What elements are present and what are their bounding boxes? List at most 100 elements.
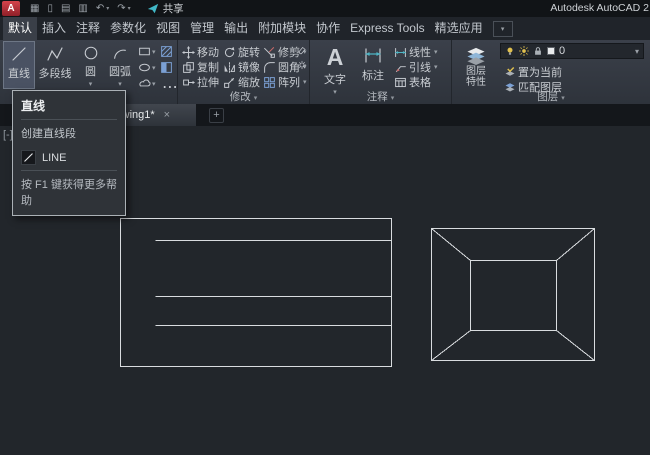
revision-cloud-button[interactable]: ▾: [138, 77, 156, 90]
menu-icon[interactable]: ▦: [30, 3, 39, 14]
drawn-inner-square[interactable]: [471, 261, 557, 331]
tooltip-command-row: LINE: [21, 150, 117, 165]
ribbon-tab-insert[interactable]: 插入: [37, 17, 71, 40]
layers-panel: 图层 特性 0 ▾ 置为当前 匹配图层 图层 ▾: [452, 40, 650, 104]
new-file-icon[interactable]: ▯: [47, 3, 53, 14]
layer-thaw-icon: [519, 46, 529, 56]
undo-icon[interactable]: ↶: [96, 3, 104, 14]
modify-panel-label[interactable]: 修改 ▾: [178, 91, 309, 104]
layers-panel-label[interactable]: 图层 ▾: [452, 91, 650, 104]
ellipse-icon: [138, 61, 151, 74]
hatch-button[interactable]: [160, 45, 173, 58]
chevron-down-icon: ▾: [434, 63, 438, 71]
hatch-icon: [160, 45, 173, 58]
array-icon: [263, 76, 276, 89]
layer-select[interactable]: 0 ▾: [500, 43, 644, 59]
drawn-diagonal-br[interactable]: [557, 331, 595, 361]
chevron-down-icon: ▾: [561, 95, 565, 102]
ribbon-tab-collaborate[interactable]: 协作: [311, 17, 345, 40]
ribbon-tab-addins[interactable]: 附加模块: [253, 17, 311, 40]
polyline-button[interactable]: 多段线: [36, 42, 74, 88]
ribbon-tab-manage[interactable]: 管理: [185, 17, 219, 40]
polyline-label: 多段线: [39, 65, 72, 81]
new-drawing-tab-button[interactable]: +: [209, 108, 224, 123]
line-command-tooltip: 直线 创建直线段 LINE 按 F1 键获得更多帮助: [12, 90, 126, 216]
ribbon-minimize-button[interactable]: ▾: [493, 21, 513, 37]
circle-button[interactable]: 圆 ▾: [77, 42, 104, 88]
modify-panel: 移动 旋转 修剪 ▾ 复制 镜像 圆角 ▾: [178, 40, 310, 104]
share-button[interactable]: 共享: [147, 1, 184, 16]
gradient-icon: [160, 61, 173, 74]
ribbon-tab-parametric[interactable]: 参数化: [105, 17, 151, 40]
print-icon[interactable]: ▥: [78, 3, 87, 14]
array-button[interactable]: 阵列 ▾: [263, 74, 307, 90]
tooltip-help-text: 按 F1 键获得更多帮助: [21, 176, 117, 208]
ribbon-tab-featured-apps[interactable]: 精选应用: [430, 17, 488, 40]
autocad-logo[interactable]: A: [2, 1, 20, 16]
autocad-window: A ▦ ▯ ▤ ▥ ↶ ▾ ↷ ▾ 共享 Autodesk AutoCAD 2 …: [0, 0, 650, 455]
chevron-down-icon: ▾: [434, 48, 438, 56]
text-button[interactable]: A 文字 ▾: [318, 42, 352, 88]
drawn-diagonal-bl[interactable]: [432, 331, 471, 361]
ribbon-tab-bar: 默认 插入 注释 参数化 视图 管理 输出 附加模块 协作 Express To…: [0, 17, 650, 40]
current-layer-name: 0: [559, 45, 565, 57]
leader-icon: [394, 61, 407, 74]
linear-icon: [394, 46, 407, 59]
chevron-down-icon: ▾: [303, 78, 307, 86]
quick-access-toolbar: ▦ ▯ ▤ ▥ ↶ ▾ ↷ ▾: [30, 3, 131, 14]
ribbon-tab-annotate[interactable]: 注释: [71, 17, 105, 40]
title-bar: A ▦ ▯ ▤ ▥ ↶ ▾ ↷ ▾ 共享 Autodesk AutoCAD 2: [0, 0, 650, 17]
line-button[interactable]: 直线: [4, 42, 34, 88]
erase-button[interactable]: [297, 45, 307, 55]
copy-icon: [182, 61, 195, 74]
stretch-button[interactable]: 拉伸: [182, 74, 219, 90]
arc-label: 圆弧: [109, 63, 131, 79]
arc-icon: [111, 45, 129, 61]
chevron-down-icon: ▾: [254, 95, 258, 102]
move-button[interactable]: 移动: [182, 44, 219, 60]
redo-icon[interactable]: ↷: [117, 3, 125, 14]
rotate-button[interactable]: 旋转: [223, 44, 260, 60]
share-label: 共享: [163, 1, 184, 16]
copy-button[interactable]: 复制: [182, 59, 219, 75]
rectangle-icon: [138, 45, 151, 58]
gradient-button[interactable]: [160, 61, 173, 74]
rectangle-button[interactable]: ▾: [138, 45, 156, 58]
chevron-down-icon: ▾: [152, 64, 156, 72]
scale-button[interactable]: 缩放: [223, 74, 260, 90]
redo-dropdown-icon[interactable]: ▾: [128, 5, 131, 12]
leader-button[interactable]: 引线 ▾: [394, 59, 438, 75]
table-button[interactable]: 表格: [394, 74, 431, 90]
drawn-diagonal-tr[interactable]: [557, 229, 595, 261]
stretch-icon: [182, 76, 195, 89]
arc-button[interactable]: 圆弧 ▾: [106, 42, 134, 88]
layer-properties-label: 图层 特性: [466, 66, 486, 88]
ribbon-tab-output[interactable]: 输出: [219, 17, 253, 40]
explode-button[interactable]: [297, 60, 307, 70]
layer-on-icon: [505, 46, 515, 56]
linear-dimension-button[interactable]: 线性 ▾: [394, 44, 438, 60]
set-current-icon: [504, 66, 516, 78]
layer-properties-button[interactable]: 图层 特性: [456, 42, 496, 88]
erase-icon: [297, 45, 307, 55]
set-current-layer-button[interactable]: 置为当前: [504, 64, 562, 80]
ellipse-button[interactable]: ▾: [138, 61, 156, 74]
text-icon: A: [327, 45, 344, 69]
ribbon-tab-express-tools[interactable]: Express Tools: [345, 17, 429, 40]
annotation-panel-label[interactable]: 注释 ▾: [310, 91, 451, 104]
line-label: 直线: [8, 65, 30, 81]
mirror-icon: [223, 61, 236, 74]
mirror-button[interactable]: 镜像: [223, 59, 260, 75]
drawn-diagonal-tl[interactable]: [432, 229, 471, 261]
explode-icon: [297, 60, 307, 70]
table-icon: [394, 76, 407, 89]
ribbon-tab-view[interactable]: 视图: [151, 17, 185, 40]
tooltip-command: LINE: [42, 152, 66, 164]
save-icon[interactable]: ▤: [61, 3, 70, 14]
undo-dropdown-icon[interactable]: ▾: [106, 5, 109, 12]
close-icon[interactable]: ×: [164, 109, 170, 121]
dimension-button[interactable]: 标注: [357, 42, 389, 88]
scale-icon: [223, 76, 236, 89]
chevron-down-icon: ▾: [635, 47, 639, 56]
ribbon-tab-home[interactable]: 默认: [3, 17, 37, 40]
